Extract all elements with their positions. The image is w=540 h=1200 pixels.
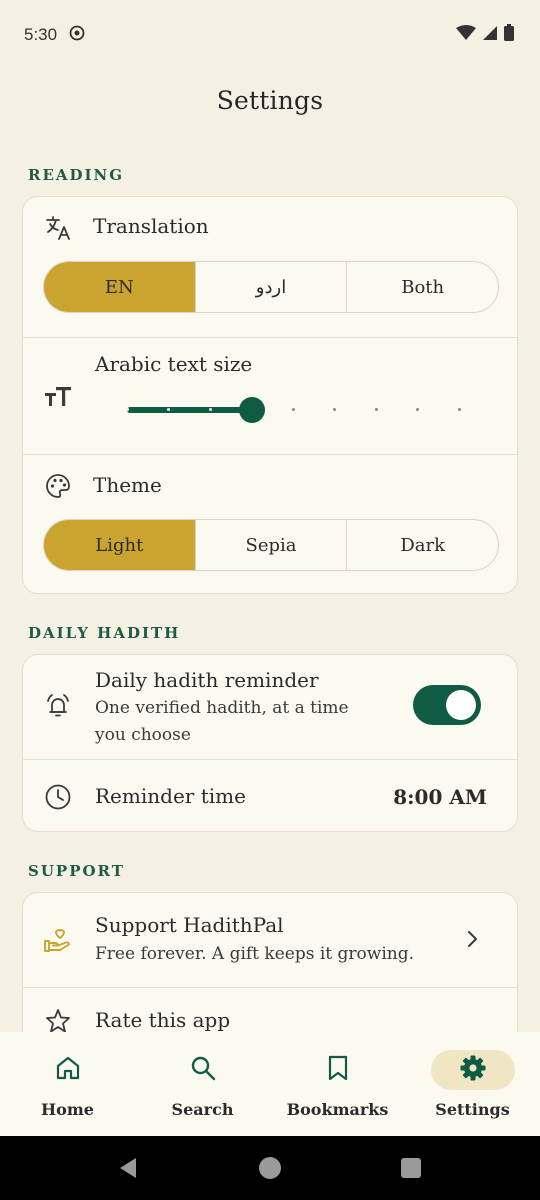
- nav-icon-container: [430, 1050, 515, 1090]
- support-sublabel: Free forever. A gift keeps it growing.: [95, 944, 414, 964]
- reminder-time-value: 8:00 AM: [393, 785, 487, 809]
- slider-thumb[interactable]: [238, 397, 265, 423]
- theme-option-dark[interactable]: Dark: [347, 520, 498, 570]
- slider-tick: [291, 408, 295, 411]
- palette-icon: [43, 471, 73, 501]
- nav-label-settings: Settings: [435, 1100, 510, 1119]
- slider-tick: [333, 408, 336, 411]
- nav-icon-container: [26, 1050, 110, 1090]
- nav-label-search: Search: [171, 1100, 234, 1119]
- reminder-toggle[interactable]: [413, 685, 481, 725]
- nav-icon-container: [296, 1050, 380, 1090]
- translation-label: Translation: [93, 214, 209, 238]
- reminder-label: Daily hadith reminder: [95, 668, 319, 692]
- nav-item-search[interactable]: Search: [135, 1032, 270, 1136]
- divider: [23, 454, 517, 455]
- reading-card: Translation EN اردو Both Arabic text siz…: [22, 196, 518, 594]
- translation-option-urdu[interactable]: اردو: [196, 262, 348, 312]
- translation-option-en[interactable]: EN: [44, 262, 196, 312]
- translation-segmented-control: EN اردو Both: [43, 261, 499, 313]
- gift-heart-hand-icon: [43, 925, 73, 955]
- section-label-support: SUPPORT: [28, 862, 125, 880]
- daily-hadith-card: Daily hadith reminder One verified hadit…: [22, 654, 518, 832]
- reminder-sublabel-line1: One verified hadith, at a time: [95, 698, 349, 718]
- translate-icon: [43, 213, 73, 243]
- home-circle-icon[interactable]: [258, 1156, 282, 1184]
- bookmark-icon: [327, 1055, 349, 1085]
- rate-app-label: Rate this app: [95, 1008, 231, 1032]
- theme-segmented-control: Light Sepia Dark: [43, 519, 499, 571]
- theme-option-sepia[interactable]: Sepia: [196, 520, 348, 570]
- toggle-knob: [446, 690, 476, 720]
- slider-tick: [125, 408, 129, 411]
- support-label: Support HadithPal: [95, 913, 284, 937]
- support-hadithpal-row[interactable]: Support HadithPal Free forever. A gift k…: [23, 893, 517, 987]
- home-icon: [55, 1055, 81, 1085]
- text-size-icon: [43, 381, 73, 411]
- slider-tick: [167, 408, 170, 411]
- bottom-navigation: Home Search Bookmarks Settings: [0, 1032, 540, 1136]
- section-label-reading: READING: [28, 166, 125, 184]
- section-label-daily-hadith: DAILY HADITH: [28, 624, 181, 642]
- slider-tick: [374, 408, 378, 411]
- slider-tick: [416, 408, 419, 411]
- app-notification-icon: [69, 25, 85, 46]
- slider-tick: [457, 408, 461, 411]
- status-time: 5:30: [24, 25, 58, 44]
- translation-option-both[interactable]: Both: [347, 262, 498, 312]
- slider-tick: [208, 408, 212, 411]
- status-bar: 5:30: [0, 0, 540, 70]
- recents-icon[interactable]: [400, 1157, 422, 1183]
- gear-icon: [459, 1054, 487, 1086]
- alarm-bell-icon: [43, 691, 73, 721]
- chevron-right-icon: [465, 929, 479, 953]
- arabic-text-size-slider[interactable]: [125, 395, 461, 425]
- wifi-icon: [456, 24, 476, 46]
- battery-icon: [504, 24, 514, 46]
- reminder-time-label: Reminder time: [95, 784, 246, 808]
- divider: [23, 337, 517, 338]
- signal-icon: [482, 25, 498, 46]
- nav-item-bookmarks[interactable]: Bookmarks: [270, 1032, 405, 1136]
- theme-label: Theme: [93, 473, 162, 497]
- theme-option-light[interactable]: Light: [44, 520, 196, 570]
- back-icon[interactable]: [116, 1156, 140, 1184]
- nav-item-home[interactable]: Home: [0, 1032, 135, 1136]
- search-icon: [190, 1055, 216, 1085]
- nav-item-settings[interactable]: Settings: [405, 1032, 540, 1136]
- clock-icon: [43, 782, 73, 812]
- system-navigation-bar: [0, 1136, 540, 1200]
- nav-label-bookmarks: Bookmarks: [286, 1100, 389, 1119]
- nav-icon-container: [161, 1050, 245, 1090]
- reminder-time-row[interactable]: Reminder time 8:00 AM: [23, 760, 517, 831]
- page-title: Settings: [216, 86, 324, 115]
- nav-label-home: Home: [41, 1100, 94, 1119]
- reminder-sublabel-line2: you choose: [95, 725, 191, 745]
- arabic-text-size-label: Arabic text size: [95, 352, 253, 376]
- slider-active-track: [127, 407, 252, 413]
